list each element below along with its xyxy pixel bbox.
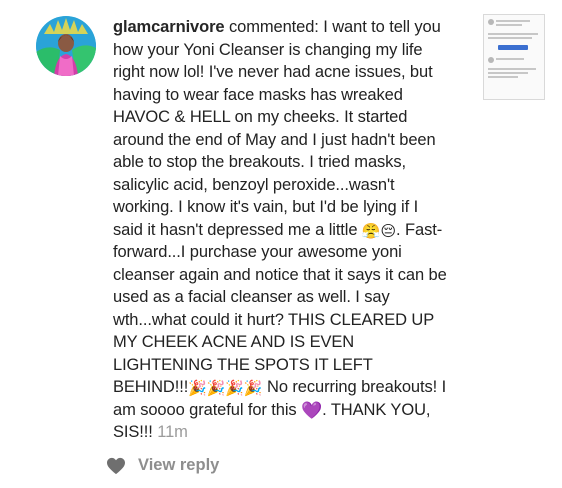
comment-notification: glamcarnivore commented: I want to tell …	[0, 0, 562, 488]
post-thumbnail[interactable]	[483, 14, 545, 100]
thumbnail-line	[496, 58, 524, 60]
comment-body-part-1: commented: I want to tell you how your Y…	[113, 18, 446, 239]
view-reply-button[interactable]: View reply	[106, 456, 219, 475]
purple-heart-emoji: 💜	[301, 400, 323, 420]
thumbnail-line	[488, 68, 536, 70]
party-popper-emojis: 🎉🎉🎉🎉	[188, 380, 263, 397]
comment-text: glamcarnivore commented: I want to tell …	[113, 16, 448, 444]
thumbnail-avatar-dot	[488, 19, 494, 25]
username-link[interactable]: glamcarnivore	[113, 18, 225, 36]
thumbnail-line	[488, 37, 532, 39]
frustrated-pensive-emoji: 😤😔	[361, 222, 397, 240]
avatar[interactable]	[36, 16, 96, 76]
thumbnail-line	[496, 24, 522, 26]
thumbnail-line	[488, 72, 528, 74]
view-reply-label[interactable]: View reply	[138, 456, 219, 475]
thumbnail-line	[488, 33, 538, 35]
thumbnail-line	[488, 76, 518, 78]
thumbnail-button	[498, 45, 528, 50]
thumbnail-avatar-dot	[488, 57, 494, 63]
avatar-image	[36, 16, 96, 76]
comment-body-part-2: . Fast-forward...I purchase your awesome…	[113, 220, 452, 397]
thumbnail-line	[496, 20, 530, 22]
heart-icon[interactable]	[106, 457, 126, 475]
comment-timestamp: 11m	[157, 423, 188, 441]
